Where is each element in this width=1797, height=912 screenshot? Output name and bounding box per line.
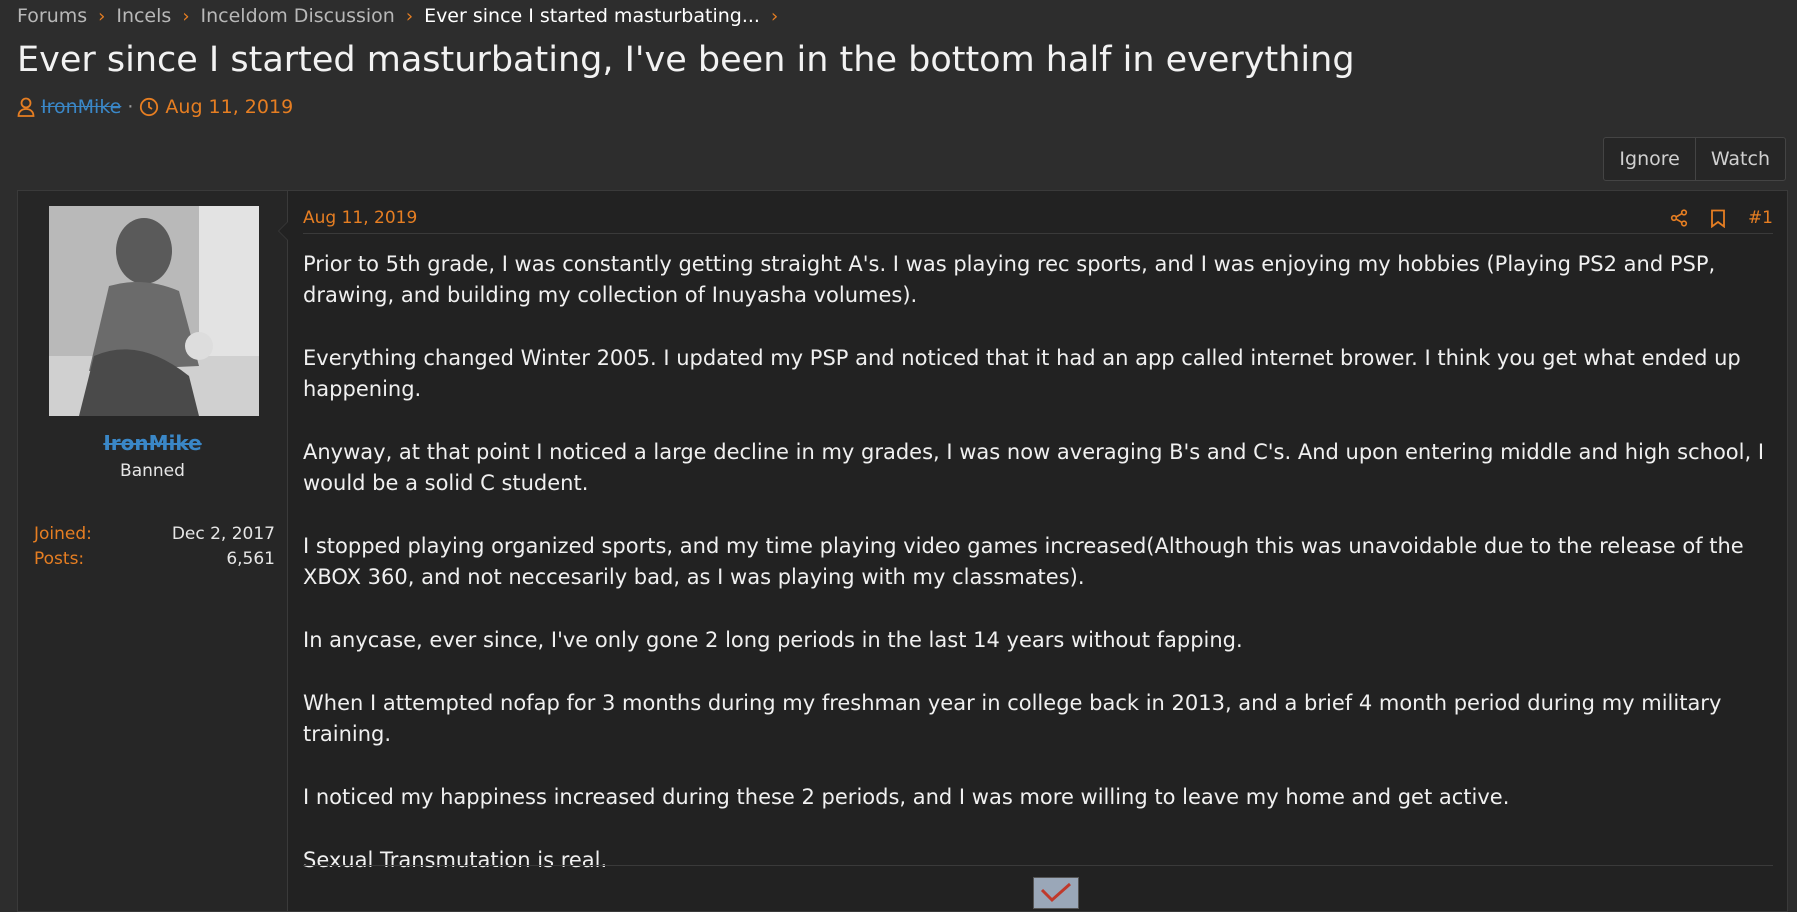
joined-label: Joined: (34, 524, 92, 544)
post-paragraph: Everything changed Winter 2005. I update… (303, 346, 1741, 401)
share-icon[interactable] (1670, 209, 1688, 227)
user-stat-joined: Joined: Dec 2, 2017 (34, 524, 275, 544)
breadcrumb-current-thread[interactable]: Ever since I started masturbating... (424, 5, 760, 27)
post-paragraph: In anycase, ever since, I've only gone 2… (303, 628, 1243, 652)
post: IronMike Banned Joined: Dec 2, 2017 Post… (17, 190, 1788, 912)
message-arrow (278, 221, 288, 241)
thread-action-buttons: Ignore Watch (1603, 137, 1786, 181)
user-title-badge: Banned (120, 461, 185, 481)
post-user-cell: IronMike Banned Joined: Dec 2, 2017 Post… (18, 191, 288, 911)
breadcrumb-incels[interactable]: Incels (116, 5, 171, 27)
breadcrumb-inceldom-discussion[interactable]: Inceldom Discussion (201, 5, 395, 27)
joined-value: Dec 2, 2017 (171, 524, 275, 544)
thread-meta: IronMike · Aug 11, 2019 (17, 96, 293, 118)
thread-author-link[interactable]: IronMike (41, 96, 121, 118)
post-paragraph: Sexual Transmutation is real. (303, 848, 608, 872)
post-paragraph: Anyway, at that point I noticed a large … (303, 440, 1765, 495)
user-stat-posts: Posts: 6,561 (34, 549, 275, 569)
meta-separator: · (127, 96, 134, 118)
user-icon (17, 97, 35, 117)
chevron-right-icon: › (770, 5, 779, 27)
signature-image (1033, 877, 1079, 909)
thread-date-link[interactable]: Aug 11, 2019 (165, 96, 293, 118)
ignore-button[interactable]: Ignore (1604, 138, 1694, 180)
post-number-link[interactable]: #1 (1748, 208, 1773, 228)
post-paragraph: When I attempted nofap for 3 months duri… (303, 691, 1722, 746)
breadcrumb: Forums › Incels › Inceldom Discussion › … (17, 2, 789, 30)
post-paragraph: Prior to 5th grade, I was constantly get… (303, 252, 1716, 307)
breadcrumb-forums[interactable]: Forums (17, 5, 87, 27)
posts-label: Posts: (34, 549, 85, 569)
post-paragraph: I stopped playing organized sports, and … (303, 534, 1744, 589)
clock-icon (139, 97, 159, 117)
watch-button[interactable]: Watch (1694, 138, 1785, 180)
post-header: Aug 11, 2019 #1 (303, 203, 1773, 234)
signature-divider (303, 865, 1773, 866)
avatar[interactable] (49, 206, 259, 416)
page-title: Ever since I started masturbating, I've … (17, 40, 1355, 80)
chevron-right-icon: › (405, 5, 414, 27)
post-actions: #1 (1670, 208, 1773, 228)
post-body: Prior to 5th grade, I was constantly get… (303, 249, 1773, 908)
post-username[interactable]: IronMike (18, 431, 287, 455)
chevron-right-icon: › (182, 5, 190, 27)
bookmark-icon[interactable] (1710, 209, 1726, 228)
posts-value: 6,561 (226, 549, 275, 569)
post-date-link[interactable]: Aug 11, 2019 (303, 208, 417, 228)
post-paragraph: I noticed my happiness increased during … (303, 785, 1510, 809)
chevron-right-icon: › (98, 5, 106, 27)
